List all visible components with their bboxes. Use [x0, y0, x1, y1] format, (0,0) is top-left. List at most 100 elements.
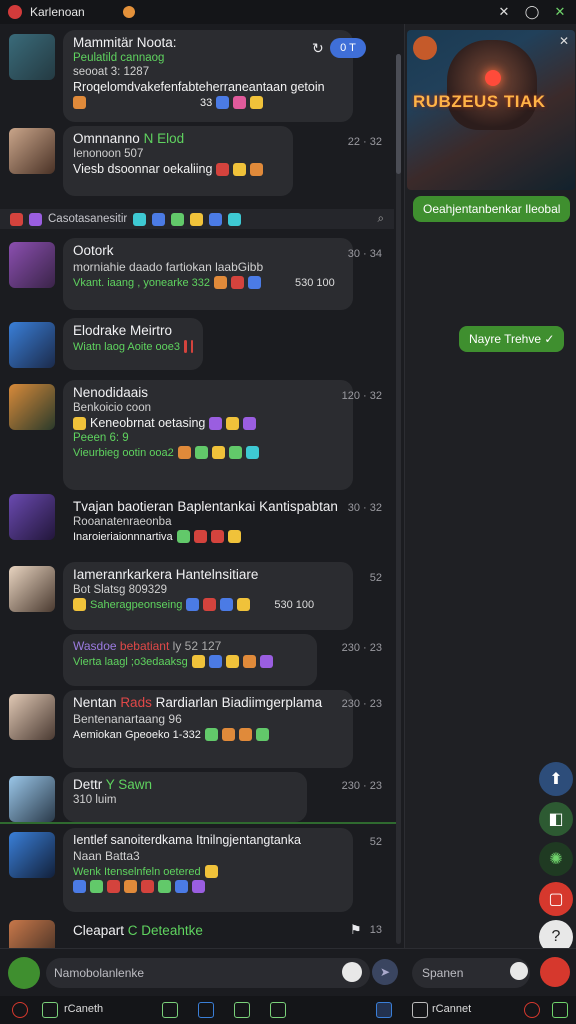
sender-name[interactable]: Elodrake Meirtro	[73, 323, 193, 338]
pin-icon[interactable]: ✕	[496, 4, 512, 20]
reaction-icon[interactable]	[216, 96, 230, 109]
pin-icon[interactable]: ⚑	[350, 922, 362, 938]
timestamp: 22 · 32	[347, 136, 382, 148]
emoji-icon[interactable]	[510, 962, 528, 980]
sender-name[interactable]: Nentan Rads Rardiarlan Biadiimgerplama	[73, 695, 343, 710]
tool-icon[interactable]	[270, 1002, 286, 1018]
taskbar-label[interactable]: rCaneth	[64, 1003, 103, 1015]
message-body: Vieurbieg ootin ooa2	[73, 446, 343, 459]
unread-badge[interactable]: 0 T	[330, 38, 366, 58]
clock-icon[interactable]	[524, 1002, 540, 1018]
message-meta: seooat 3: 1287	[73, 66, 150, 78]
sender-name[interactable]: Omnnanno N Elod	[73, 131, 283, 146]
sender-name[interactable]: Ootork	[73, 243, 343, 258]
taskbar-label[interactable]: rCannet	[432, 1003, 471, 1015]
active-app-icon[interactable]	[376, 1002, 392, 1018]
message-body: Wenk Itenselnfeln oetered	[73, 865, 343, 878]
message-input[interactable]: Namobolanlenke	[46, 958, 370, 988]
message-body: Keneobrnat oetasing	[73, 416, 343, 430]
message-bubble: Cleapart C Deteahtke	[63, 918, 353, 948]
scrollbar-thumb[interactable]	[396, 54, 401, 174]
timestamp: 30 · 32	[347, 502, 382, 514]
message-body: Vkant. iaang , yonearke 332 530 100	[73, 276, 335, 289]
sender-name[interactable]: Tvajan baotieran Baplentankai Kantispabt…	[73, 499, 343, 514]
avatar[interactable]	[9, 776, 55, 822]
avatar[interactable]	[9, 322, 55, 368]
media-icon[interactable]	[234, 1002, 250, 1018]
mic-icon[interactable]	[8, 957, 40, 989]
message-meta: 310 luim	[73, 794, 117, 806]
message-meta: Ienonoon 507	[73, 148, 144, 160]
icon	[171, 212, 185, 226]
timestamp: 230 · 23	[341, 698, 382, 710]
avatar[interactable]	[9, 128, 55, 174]
sender-name[interactable]: Ientlef sanoiterdkama Itnilngjentangtank…	[73, 833, 343, 847]
timestamp: 120 · 32	[341, 390, 382, 402]
sender-name[interactable]: Cleapart C Deteahtke	[73, 923, 343, 938]
chat-bubble: Nayre Trehve ✓	[459, 326, 565, 352]
message-meta: Rooanatenraeonba	[73, 516, 172, 528]
app-logo-icon	[8, 5, 22, 19]
message-meta: Bentenanartaang 96	[73, 712, 182, 726]
message-bubble: Dettr Y Sawn 310 luim	[63, 772, 307, 822]
reaction-icon[interactable]	[250, 96, 264, 109]
avatar[interactable]	[9, 832, 55, 878]
timestamp: 30 · 34	[347, 248, 382, 260]
avatar[interactable]	[9, 242, 55, 288]
icon	[133, 212, 147, 226]
icon	[190, 212, 204, 226]
divider	[0, 822, 396, 824]
app-icon[interactable]	[12, 1002, 28, 1018]
message-meta: Naan Batta3	[73, 849, 140, 863]
timestamp: 230 · 23	[341, 780, 382, 792]
icon	[209, 212, 223, 226]
avatar[interactable]	[9, 494, 55, 540]
reaction-icon[interactable]	[233, 96, 247, 109]
refresh-icon[interactable]: ↻	[312, 40, 324, 57]
system-row[interactable]: Casotasanesitir ⌕	[0, 209, 394, 229]
tray-icon[interactable]	[552, 1002, 568, 1018]
sender-name[interactable]: Dettr Y Sawn	[73, 777, 297, 792]
close-icon[interactable]: ✕	[552, 4, 568, 20]
reaction-icon[interactable]	[73, 96, 86, 109]
share-button[interactable]: ⬆	[539, 762, 573, 796]
sender-name[interactable]: Nenodidaais	[73, 385, 343, 400]
stop-button[interactable]: ▢	[539, 882, 573, 916]
settings-button[interactable]: ✺	[539, 842, 573, 876]
message-bubble: Ootork morniahie daado fartiokan laabGib…	[63, 238, 353, 310]
message-meta: Benkoicio coon	[73, 402, 151, 414]
close-icon[interactable]: ✕	[559, 34, 569, 48]
sender-name[interactable]: Iameranrkarkera Hantelnsitiare	[73, 567, 343, 582]
avatar[interactable]	[9, 384, 55, 430]
emoji-icon[interactable]	[342, 962, 362, 982]
reaction-row[interactable]	[73, 880, 343, 893]
avatar[interactable]	[9, 34, 55, 80]
icon	[10, 212, 23, 226]
record-button[interactable]	[540, 957, 570, 987]
maximize-icon[interactable]: ◯	[524, 4, 540, 20]
screen-icon[interactable]	[412, 1002, 428, 1018]
message-bubble: Wasdoe bebatiant ly 52 127 Vierta laagl …	[63, 634, 317, 686]
message-bubble: Nentan Rads Rardiarlan Biadiimgerplama B…	[63, 690, 353, 768]
message-subtitle: morniahie daado fartiokan laabGibb	[73, 260, 264, 274]
send-button[interactable]: ➤	[372, 959, 398, 985]
hero-image[interactable]: RUBZEUS TIAK ✕	[407, 30, 575, 190]
edit-icon[interactable]	[162, 1002, 178, 1018]
hero-eye	[485, 70, 501, 86]
avatar[interactable]	[9, 920, 55, 948]
scrollbar[interactable]	[396, 54, 401, 944]
gift-button[interactable]: ◧	[539, 802, 573, 836]
sender-name[interactable]: Wasdoe bebatiant ly 52 127	[73, 639, 307, 653]
sender-name[interactable]: Mammitär Noota:	[73, 35, 343, 50]
window-title: Karlenoan	[30, 5, 85, 19]
avatar[interactable]	[9, 694, 55, 740]
timestamp: 230 · 23	[341, 642, 382, 654]
reaction-row[interactable]: 33	[73, 96, 343, 109]
message-list[interactable]: Mammitär Noota: Peulatild cannaog seooat…	[0, 24, 404, 948]
system-row-label: Casotasanesitir	[48, 213, 128, 225]
avatar[interactable]	[9, 566, 55, 612]
window-icon[interactable]	[198, 1002, 214, 1018]
message-body: Vierta laagl ;o3edaaksg	[73, 655, 307, 668]
folder-icon[interactable]	[42, 1002, 58, 1018]
search-icon[interactable]: ⌕	[378, 213, 384, 226]
